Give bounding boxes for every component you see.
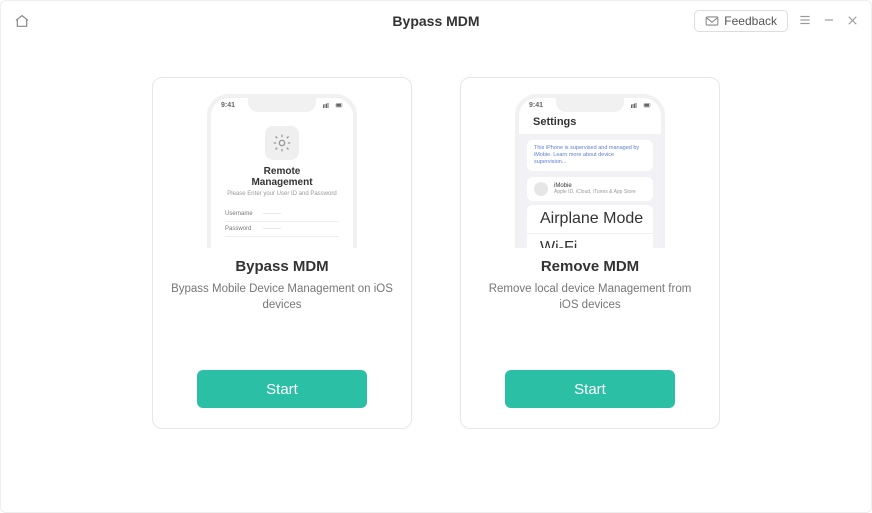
gear-icon — [265, 126, 299, 160]
phone-status-icons — [631, 102, 651, 111]
close-icon[interactable] — [846, 14, 859, 29]
card-title: Remove MDM — [541, 258, 639, 275]
start-bypass-button[interactable]: Start — [197, 370, 367, 408]
phone-time: 9:41 — [221, 102, 235, 109]
feedback-label: Feedback — [724, 14, 777, 28]
main-content: 9:41 Remote Management Please Enter your… — [1, 41, 871, 429]
phone-username-field: Username——— — [225, 207, 339, 222]
settings-heading: Settings — [533, 116, 576, 128]
menu-icon[interactable] — [798, 13, 812, 29]
profile-row: iMobie Apple ID, iCloud, iTunes & App St… — [527, 177, 653, 201]
feedback-button[interactable]: Feedback — [694, 10, 788, 32]
start-remove-button[interactable]: Start — [505, 370, 675, 408]
card-description: Remove local device Management from iOS … — [479, 281, 701, 313]
phone-heading: Remote Management — [211, 166, 353, 188]
phone-password-field: Password——— — [225, 222, 339, 237]
wifi-row: Wi-Fi — [527, 234, 653, 248]
home-icon[interactable] — [13, 12, 31, 30]
titlebar-right: Feedback — [694, 10, 859, 32]
phone-status-icons — [323, 102, 343, 111]
card-title: Bypass MDM — [235, 258, 328, 275]
supervision-banner: This iPhone is supervised and managed by… — [527, 140, 653, 171]
minimize-icon[interactable] — [822, 13, 836, 29]
card-description: Bypass Mobile Device Management on iOS d… — [171, 281, 393, 313]
card-bypass-mdm: 9:41 Remote Management Please Enter your… — [152, 77, 412, 429]
window-controls — [798, 13, 859, 29]
phone-illustration-bypass: 9:41 Remote Management Please Enter your… — [207, 88, 357, 248]
page-title: Bypass MDM — [392, 13, 479, 29]
phone-illustration-remove: 9:41 Settings This iPhone is supervised … — [515, 88, 665, 248]
phone-subtext: Please Enter your User ID and Password — [211, 191, 353, 197]
card-remove-mdm: 9:41 Settings This iPhone is supervised … — [460, 77, 720, 429]
airplane-row: Airplane Mode — [527, 205, 653, 234]
mail-icon — [705, 15, 719, 27]
titlebar: Bypass MDM Feedback — [1, 1, 871, 41]
phone-time: 9:41 — [529, 102, 543, 109]
